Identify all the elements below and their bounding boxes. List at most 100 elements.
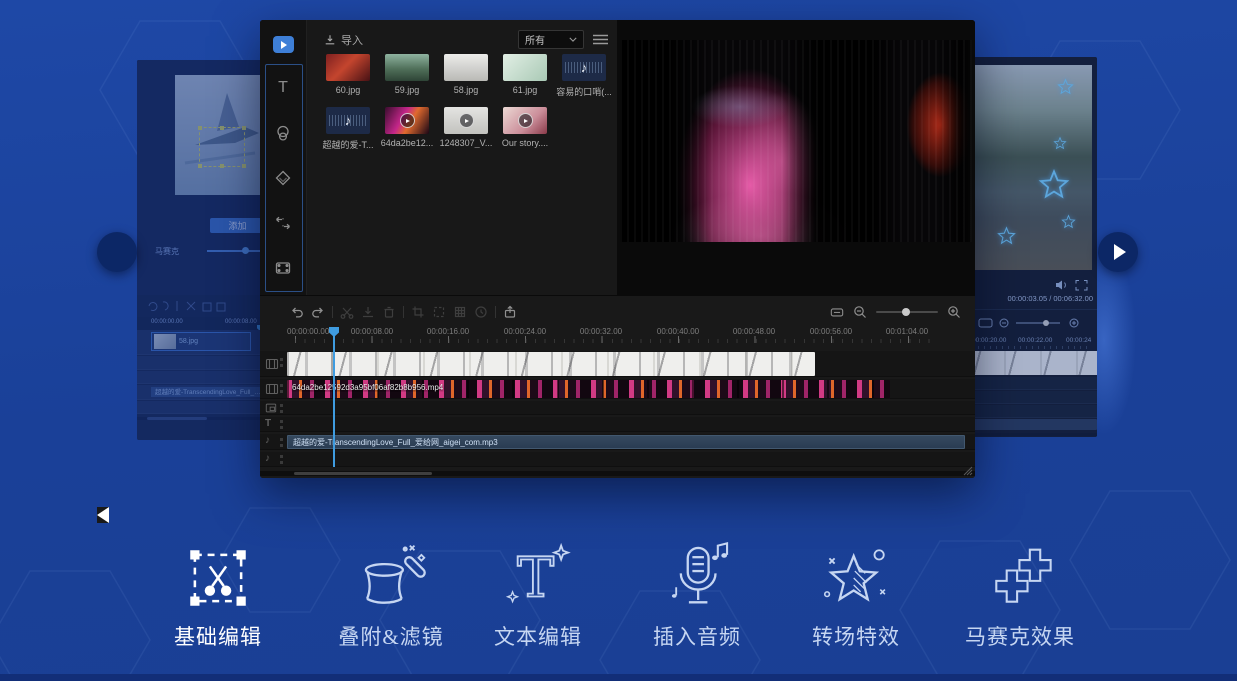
media-item-label: 超越的爱-T... bbox=[320, 138, 376, 151]
track-options-icons[interactable] bbox=[280, 358, 283, 361]
import-label: 导入 bbox=[341, 32, 363, 48]
media-item[interactable]: 64da2be12... bbox=[385, 107, 429, 148]
slide-zoom-controls[interactable] bbox=[978, 316, 1088, 330]
media-item[interactable]: 1248307_V... bbox=[444, 107, 488, 148]
text-tool-icon[interactable]: T bbox=[274, 79, 292, 97]
media-thumbnail bbox=[385, 54, 429, 81]
fit-timeline-button[interactable] bbox=[830, 305, 844, 319]
media-item[interactable]: ♪ 容易的口哨(... bbox=[562, 54, 606, 98]
toolbar-separator bbox=[403, 306, 404, 318]
undo-button[interactable] bbox=[290, 305, 304, 319]
svg-text:T: T bbox=[517, 546, 554, 611]
nav-item-transitions[interactable]: 转场特效 bbox=[812, 541, 900, 651]
nav-item-mosaic[interactable]: 马赛克效果 bbox=[965, 541, 1075, 651]
ruler-minor-ticks[interactable] bbox=[295, 339, 937, 343]
library-sidebar: T bbox=[260, 20, 307, 295]
download-button[interactable] bbox=[361, 305, 375, 319]
preview-video bbox=[620, 40, 972, 242]
transition-star-icon bbox=[819, 541, 893, 615]
nav-item-overlay-filter[interactable]: 叠附&滤镜 bbox=[338, 541, 443, 651]
nav-item-basic-edit[interactable]: 基础编辑 bbox=[174, 541, 262, 651]
timeline-zoom-controls bbox=[830, 302, 961, 322]
track-options-icons[interactable] bbox=[280, 455, 283, 458]
media-thumbnail-audio: ♪ bbox=[326, 107, 370, 134]
zoom-out-button[interactable] bbox=[853, 305, 867, 319]
chevron-down-icon bbox=[569, 37, 577, 42]
nav-item-label: 马赛克效果 bbox=[965, 621, 1075, 651]
timeline-video-clip-2[interactable]: 64da2be12592d3a95bf06af82b8b956.mp4 bbox=[287, 380, 890, 398]
timeline-scrollbar[interactable] bbox=[260, 471, 975, 476]
slide-film-clip bbox=[970, 351, 1097, 375]
media-item[interactable]: 59.jpg bbox=[385, 54, 429, 95]
split-clip-button[interactable] bbox=[340, 305, 354, 319]
effects-film-icon[interactable] bbox=[274, 259, 292, 277]
track-options-icons[interactable] bbox=[280, 420, 283, 423]
import-button[interactable]: 导入 bbox=[324, 32, 363, 48]
delete-button[interactable] bbox=[382, 305, 396, 319]
crop-button[interactable] bbox=[411, 305, 425, 319]
media-item-label: 59.jpg bbox=[379, 85, 435, 95]
media-thumbnail bbox=[444, 107, 488, 134]
media-item-label: 58.jpg bbox=[438, 85, 494, 95]
media-item[interactable]: ♪ 超越的爱-T... bbox=[326, 107, 370, 151]
magic-hat-icon bbox=[354, 541, 428, 615]
ruler-label: 00:00:08.00 bbox=[225, 319, 257, 325]
scrollbar-thumb[interactable] bbox=[294, 472, 432, 475]
timeline-audio-clip[interactable]: 超越的爱-TranscendingLove_Full_爱给网_aigei_com… bbox=[287, 435, 965, 449]
zoom-in-button[interactable] bbox=[947, 305, 961, 319]
transitions-icon[interactable] bbox=[274, 169, 292, 187]
timeline-video-clip-1[interactable] bbox=[287, 352, 815, 376]
slide-highlighted-track bbox=[970, 419, 1097, 430]
export-button[interactable] bbox=[503, 305, 517, 319]
reframe-button[interactable] bbox=[432, 305, 446, 319]
toolbar-separator bbox=[332, 306, 333, 318]
carousel-next-button[interactable] bbox=[1098, 232, 1138, 272]
zoom-slider-handle[interactable] bbox=[902, 308, 910, 316]
volume-and-expand-icons[interactable] bbox=[1054, 279, 1088, 291]
speed-button[interactable] bbox=[474, 305, 488, 319]
filter-value: 所有 bbox=[525, 32, 545, 47]
mosaic-selection-box[interactable] bbox=[199, 127, 245, 167]
mosaic-slider-handle[interactable] bbox=[242, 247, 249, 254]
playhead-line[interactable] bbox=[333, 335, 335, 467]
nav-item-text-edit[interactable]: T 文本编辑 bbox=[494, 541, 582, 651]
resize-grip[interactable] bbox=[963, 466, 973, 476]
video-track-1 bbox=[260, 351, 975, 377]
audio-track-1: ♪ 超越的爱-TranscendingLove_Full_爱给网_aigei_c… bbox=[260, 434, 975, 450]
video-track-icon bbox=[265, 357, 279, 371]
filters-icon[interactable] bbox=[274, 124, 292, 142]
video-track-2: 64da2be12592d3a95bf06af82b8b956.mp4 bbox=[260, 379, 975, 399]
media-item[interactable]: Our story.... bbox=[503, 107, 547, 148]
media-tab-button[interactable] bbox=[273, 36, 294, 53]
track-options-icons[interactable] bbox=[280, 438, 283, 441]
redo-button[interactable] bbox=[311, 305, 325, 319]
list-view-button[interactable] bbox=[593, 34, 608, 45]
media-item-label: 60.jpg bbox=[320, 85, 376, 95]
media-item[interactable]: 58.jpg bbox=[444, 54, 488, 95]
media-item[interactable]: 60.jpg bbox=[326, 54, 370, 95]
media-filter-dropdown[interactable]: 所有 bbox=[518, 30, 584, 49]
track-options-icons[interactable] bbox=[280, 404, 283, 407]
ruler-label: 00:00:32.00 bbox=[580, 327, 622, 336]
media-thumbnail bbox=[503, 54, 547, 81]
split-screen-icon[interactable] bbox=[274, 214, 292, 232]
toolbar-icons bbox=[145, 299, 265, 313]
media-item[interactable]: 61.jpg bbox=[503, 54, 547, 95]
clip-label: 58.jpg bbox=[179, 338, 198, 345]
star-effects bbox=[970, 65, 1092, 270]
toolbar-separator bbox=[495, 306, 496, 318]
add-mosaic-button[interactable]: 添加 bbox=[210, 218, 265, 233]
selection-scissors-icon bbox=[181, 541, 255, 615]
mosaic-button[interactable] bbox=[453, 305, 467, 319]
nav-item-label: 叠附&滤镜 bbox=[338, 621, 443, 651]
timeline-zoom-slider[interactable] bbox=[876, 311, 938, 313]
text-track-icon: T bbox=[265, 418, 271, 429]
media-thumbnail bbox=[385, 107, 429, 134]
music-note-icon: ♪ bbox=[562, 54, 606, 81]
track-options-icons[interactable] bbox=[280, 384, 283, 387]
media-thumbnail bbox=[444, 54, 488, 81]
play-overlay-icon bbox=[459, 113, 474, 128]
carousel-prev-button[interactable] bbox=[97, 232, 137, 272]
ruler-label: 00:01:04.00 bbox=[886, 327, 928, 336]
nav-item-insert-audio[interactable]: 插入音频 bbox=[653, 541, 741, 651]
